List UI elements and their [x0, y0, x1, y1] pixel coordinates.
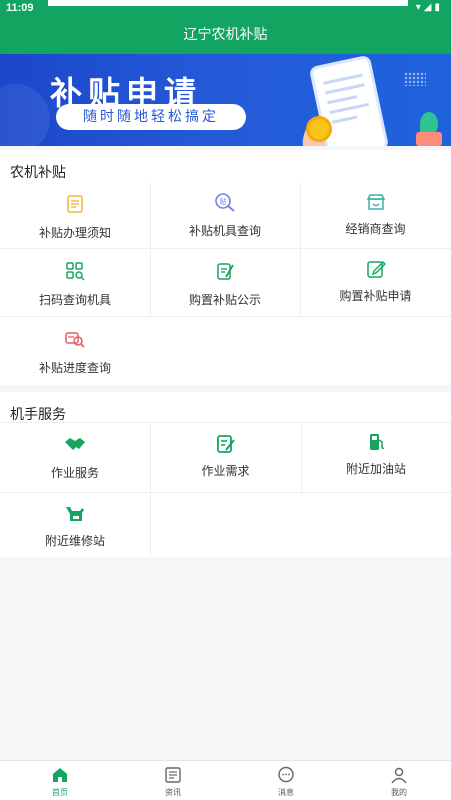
operator-section: 机手服务 作业服务 作业需求 附近加油站 附近维修站	[0, 392, 451, 557]
tab-news[interactable]: 资讯	[117, 761, 229, 800]
subsidy-section-title: 农机补贴	[10, 165, 66, 181]
subsidy-guide-button[interactable]: 补贴办理须知	[0, 184, 150, 248]
progress-search-icon	[65, 332, 85, 348]
home-icon	[53, 768, 67, 782]
operation-demand-button[interactable]: 作业需求	[150, 424, 301, 492]
document-icon	[67, 195, 83, 213]
subsidy-notice-label: 购置补贴公示	[188, 293, 261, 307]
subsidy-guide-label: 补贴办理须知	[38, 226, 111, 240]
message-icon	[278, 766, 294, 783]
subsidy-section: 农机补贴 补贴办理须知 贴 补贴机具查询 经销商查询 扫码查询机具 购置补贴公示…	[0, 150, 451, 385]
dealer-query-label: 经销商查询	[345, 222, 406, 236]
banner-decoration	[0, 84, 50, 146]
tab-news-label: 资讯	[165, 788, 181, 797]
promo-banner[interactable]: 补贴申请 随时随地轻松搞定	[0, 54, 451, 146]
svg-text:贴: 贴	[220, 197, 227, 206]
subsidy-machinery-query-button[interactable]: 贴 补贴机具查询	[150, 184, 300, 248]
progress-query-button[interactable]: 补贴进度查询	[0, 317, 150, 383]
banner-subtitle: 随时随地轻松搞定	[56, 104, 246, 130]
nearby-gas-station-button[interactable]: 附近加油站	[301, 424, 451, 492]
tab-messages-label: 消息	[278, 788, 294, 797]
notice-edit-icon	[217, 263, 234, 280]
coin-illustration	[306, 116, 332, 142]
operation-service-button[interactable]: 作业服务	[0, 424, 150, 492]
operator-section-title: 机手服务	[10, 407, 66, 423]
tab-messages[interactable]: 消息	[230, 761, 342, 800]
subsidy-notice-button[interactable]: 购置补贴公示	[150, 249, 300, 315]
news-icon	[165, 767, 181, 783]
handshake-icon	[65, 438, 85, 450]
tab-profile[interactable]: 我的	[343, 761, 451, 800]
status-bar: 11:09 ▾◢▮	[0, 0, 451, 16]
subsidy-machinery-query-label: 补贴机具查询	[188, 224, 261, 238]
nearby-gas-station-label: 附近加油站	[345, 462, 406, 476]
app-title-bar: 辽宁农机补贴	[0, 16, 451, 54]
subsidy-apply-button[interactable]: 购置补贴申请	[300, 249, 451, 315]
demand-edit-icon	[216, 435, 235, 453]
edit-icon	[366, 261, 386, 278]
tab-home-label: 首页	[52, 788, 68, 797]
status-time: 11:09	[6, 2, 34, 14]
page-title: 辽宁农机补贴	[183, 27, 268, 43]
repair-tool-icon	[66, 507, 84, 521]
bottom-tab-bar: 首页 资讯 消息 我的	[0, 760, 451, 800]
plant-pot-illustration	[416, 132, 442, 146]
scan-query-button[interactable]: 扫码查询机具	[0, 249, 150, 315]
subsidy-search-icon: 贴	[215, 193, 235, 212]
qr-scan-icon	[66, 262, 85, 281]
tab-profile-label: 我的	[391, 788, 407, 797]
status-icons: ▾◢▮	[415, 2, 443, 13]
subsidy-apply-label: 购置补贴申请	[339, 289, 412, 303]
operation-service-label: 作业服务	[50, 466, 99, 480]
store-icon	[366, 194, 385, 210]
banner-dots	[404, 72, 426, 86]
nearby-repair-station-label: 附近维修站	[44, 534, 105, 548]
scan-query-label: 扫码查询机具	[38, 293, 111, 307]
status-bar-notch	[48, 0, 408, 6]
tab-home[interactable]: 首页	[4, 761, 116, 800]
fuel-pump-icon	[370, 434, 385, 450]
user-icon	[391, 767, 407, 784]
operation-demand-label: 作业需求	[201, 464, 250, 478]
dealer-query-button[interactable]: 经销商查询	[300, 184, 451, 248]
nearby-repair-station-button[interactable]: 附近维修站	[0, 494, 150, 556]
progress-query-label: 补贴进度查询	[38, 361, 111, 375]
